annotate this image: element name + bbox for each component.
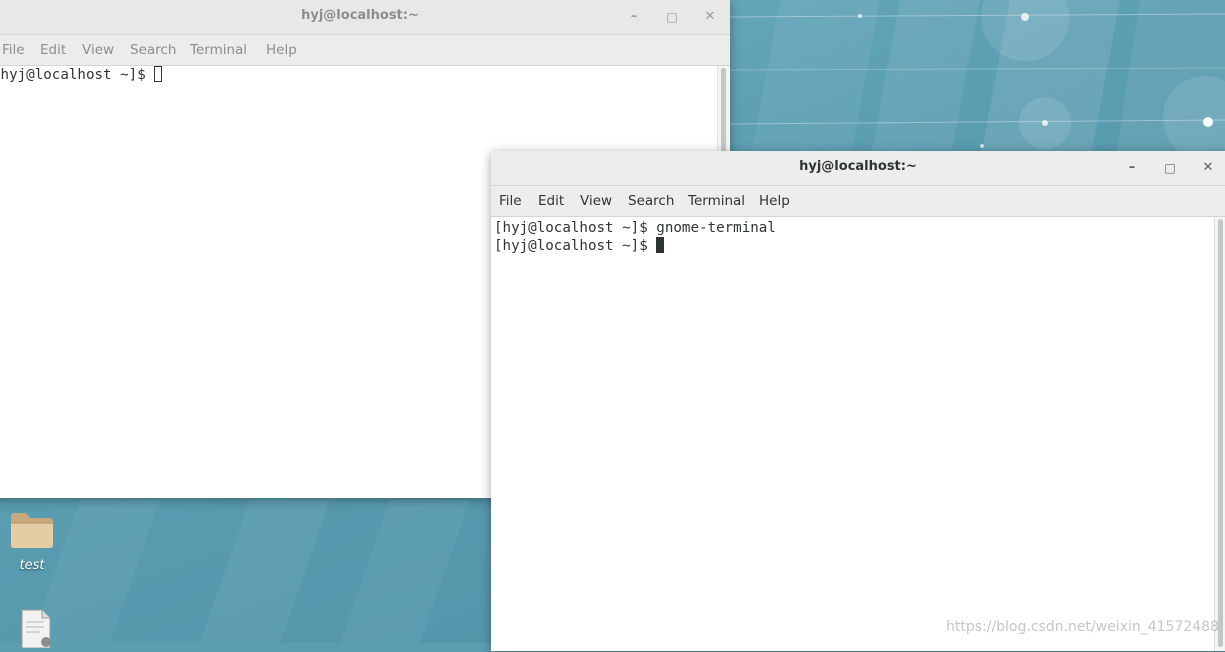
terminal-line: [hyj@localhost ~]$ — [494, 237, 665, 255]
close-button[interactable]: ✕ — [1198, 158, 1218, 178]
close-button[interactable]: ✕ — [700, 7, 720, 27]
menu-bar: File Edit View Search Terminal Help — [491, 186, 1225, 217]
menu-edit[interactable]: Edit — [538, 186, 564, 216]
menu-bar: File Edit View Search Terminal Help — [0, 35, 730, 66]
menu-terminal[interactable]: Terminal — [688, 186, 745, 216]
menu-view[interactable]: View — [580, 186, 612, 216]
menu-view[interactable]: View — [82, 35, 114, 65]
window-title: hyj@localhost:~ — [799, 159, 917, 174]
desktop-item-label: test — [19, 558, 45, 573]
menu-terminal[interactable]: Terminal — [190, 35, 247, 65]
scrollbar[interactable] — [1214, 217, 1225, 651]
folder-icon — [11, 513, 53, 548]
menu-help[interactable]: Help — [759, 186, 790, 216]
menu-file[interactable]: File — [499, 186, 522, 216]
terminal-line: [hyj@localhost ~]$ gnome-terminal — [494, 220, 776, 236]
menu-help[interactable]: Help — [266, 35, 297, 65]
minimize-button[interactable]: – — [624, 7, 644, 27]
terminal-window-front[interactable]: hyj@localhost:~ – □ ✕ File Edit View Sea… — [491, 151, 1225, 651]
window-title: hyj@localhost:~ — [301, 8, 419, 23]
maximize-button[interactable]: □ — [1160, 158, 1180, 178]
desktop-item-document[interactable] — [2, 608, 66, 652]
menu-file[interactable]: File — [2, 35, 25, 65]
menu-search[interactable]: Search — [130, 35, 176, 65]
maximize-button[interactable]: □ — [662, 7, 682, 27]
minimize-button[interactable]: – — [1122, 158, 1142, 178]
document-icon — [21, 609, 51, 649]
terminal-line: [hyj@localhost ~]$ — [0, 66, 163, 84]
terminal-cursor — [656, 237, 665, 253]
terminal-output[interactable]: [hyj@localhost ~]$ gnome-terminal [hyj@l… — [491, 217, 1215, 651]
terminal-cursor — [154, 66, 163, 82]
watermark-text: https://blog.csdn.net/weixin_41572488 — [945, 619, 1219, 635]
menu-search[interactable]: Search — [628, 186, 674, 216]
scrollbar-thumb[interactable] — [1218, 219, 1223, 647]
menu-edit[interactable]: Edit — [40, 35, 66, 65]
desktop-item-folder[interactable]: test — [0, 510, 64, 573]
